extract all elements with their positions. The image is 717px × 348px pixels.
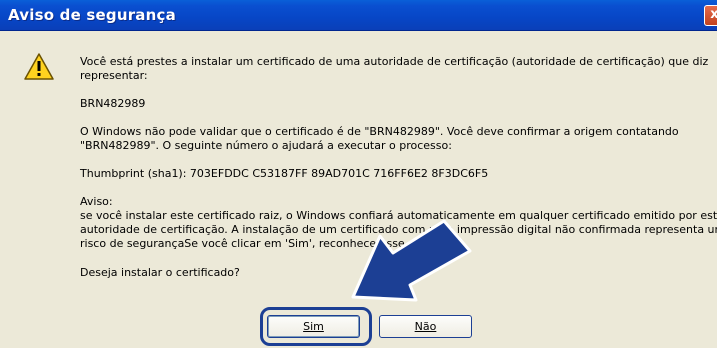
aviso-line-3: risco de segurançaSe você clicar em 'Sim…: [80, 237, 438, 250]
validate-line-1: O Windows não pode validar que o certifi…: [80, 125, 679, 138]
security-warning-dialog: Aviso de segurança x Você está prestes a…: [0, 0, 717, 348]
issuer-name: BRN482989: [80, 97, 146, 110]
install-question: Deseja instalar o certificado?: [80, 266, 240, 279]
no-button[interactable]: Não: [379, 315, 472, 338]
dialog-title: Aviso de segurança: [8, 6, 176, 24]
aviso-line-2: autoridade de certificação. A instalação…: [80, 223, 717, 236]
yes-button[interactable]: Sim: [267, 315, 360, 338]
aviso-heading: Aviso:: [80, 195, 113, 208]
thumbprint: Thumbprint (sha1): 703EFDDC C53187FF 89A…: [80, 167, 489, 180]
validate-line-2: "BRN482989". O seguinte número o ajudará…: [80, 139, 452, 152]
close-icon[interactable]: x: [704, 5, 717, 26]
warning-icon: [24, 53, 54, 80]
intro-line-1: Você está prestes a instalar um certific…: [80, 55, 709, 68]
aviso-line-1: se você instalar este certificado raiz, …: [80, 209, 717, 222]
title-bar[interactable]: Aviso de segurança x: [0, 0, 717, 31]
intro-line-2: representar:: [80, 69, 148, 82]
